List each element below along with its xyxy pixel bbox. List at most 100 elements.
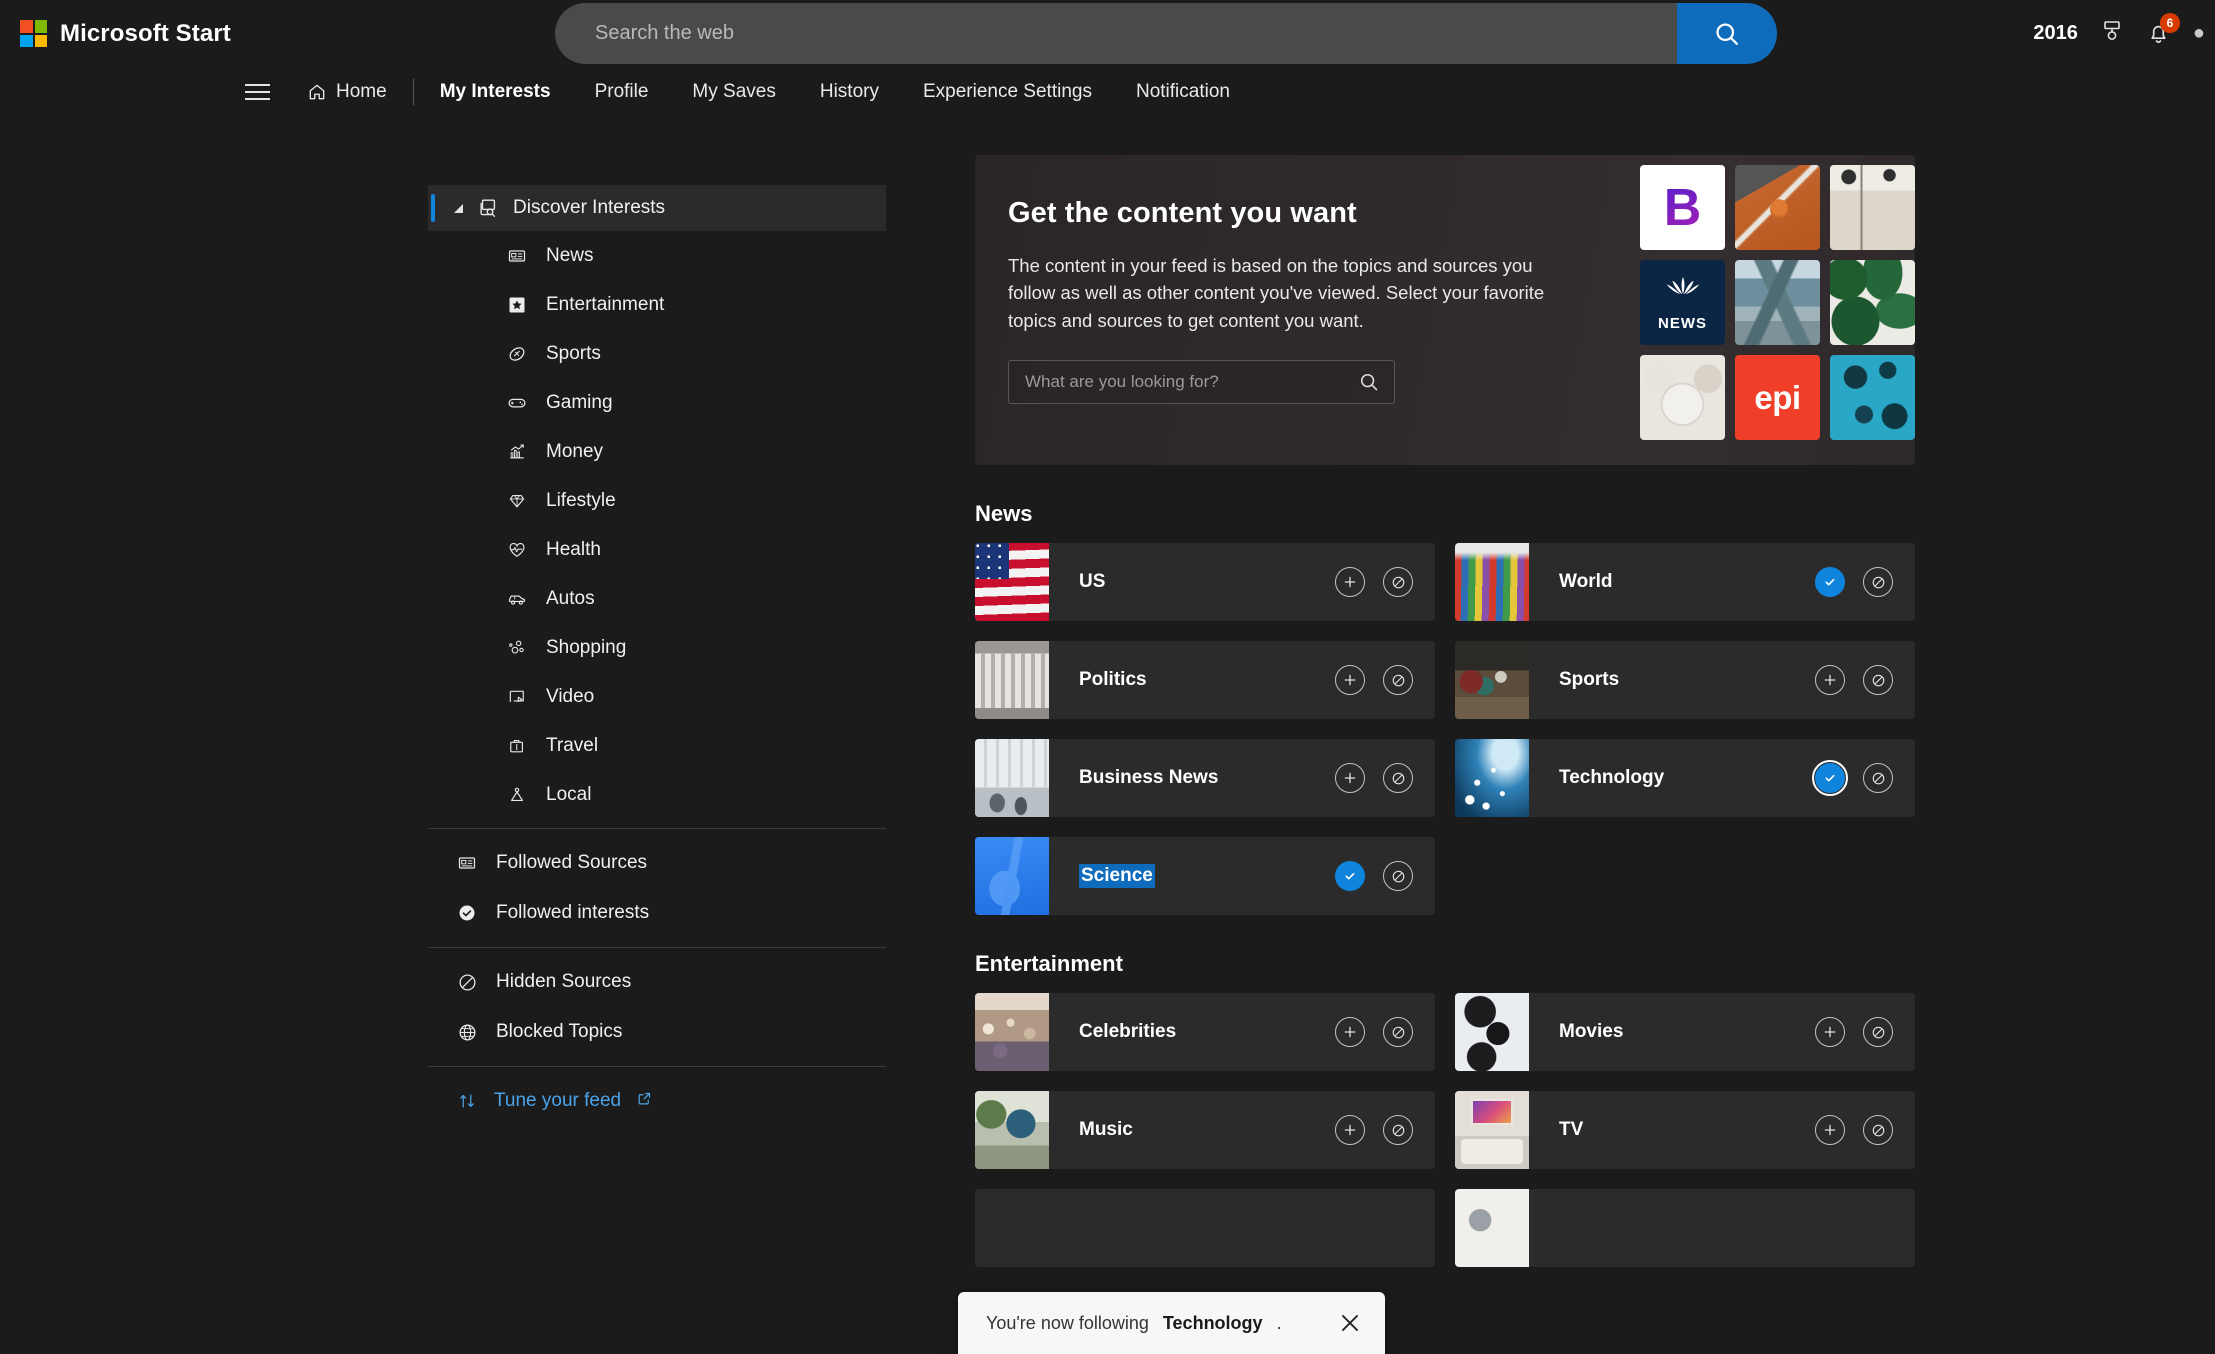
selection-indicator: [431, 194, 435, 222]
gamepad-icon: [506, 392, 528, 414]
top-bar: Microsoft Start 2016 6: [0, 0, 2215, 67]
profile-icon[interactable]: ●: [2193, 22, 2209, 45]
nav-item-history[interactable]: History: [798, 75, 901, 109]
nav-item-profile[interactable]: Profile: [573, 75, 671, 109]
block-button[interactable]: [1383, 567, 1413, 597]
follow-button[interactable]: [1815, 665, 1845, 695]
tune-your-feed-link[interactable]: Tune your feed: [428, 1076, 886, 1126]
nav-item-my-interests[interactable]: My Interests: [418, 75, 573, 109]
nav-item-notification[interactable]: Notification: [1114, 75, 1252, 109]
block-button[interactable]: [1383, 861, 1413, 891]
follow-button[interactable]: [1335, 1115, 1365, 1145]
interest-card-politics[interactable]: Politics: [975, 641, 1435, 719]
sidebar-item-autos-label: Autos: [546, 588, 595, 610]
location-person-icon: [506, 784, 528, 806]
sidebar-item-followed-sources[interactable]: Followed Sources: [428, 838, 886, 888]
close-icon[interactable]: [1337, 1310, 1363, 1336]
interests-search-field-wrap[interactable]: [1008, 360, 1395, 404]
brand-logo[interactable]: Microsoft Start: [20, 20, 231, 48]
sidebar-item-sports[interactable]: Sports: [428, 329, 886, 378]
sidebar-item-local[interactable]: Local: [428, 770, 886, 819]
search-icon[interactable]: [1358, 371, 1380, 393]
interest-card-partial-right[interactable]: [1455, 1189, 1915, 1267]
sidebar-item-blocked-topics[interactable]: Blocked Topics: [428, 1007, 886, 1057]
sidebar: Discover Interests News Entertainment Sp…: [428, 185, 886, 1126]
block-button[interactable]: [1383, 763, 1413, 793]
interests-search-input[interactable]: [1025, 372, 1325, 392]
interest-card-tv-label: TV: [1559, 1119, 1583, 1141]
fiber-optics-thumb: [1455, 739, 1529, 817]
main-content: Get the content you want The content in …: [975, 155, 1915, 1267]
sidebar-item-followed-interests-label: Followed interests: [496, 902, 649, 924]
newspaper-icon: [456, 852, 478, 874]
follow-button[interactable]: [1815, 763, 1845, 793]
sidebar-item-discover-interests[interactable]: Discover Interests: [428, 185, 886, 231]
rewards-points: 2016: [2033, 22, 2078, 45]
hamburger-menu-icon[interactable]: [245, 84, 270, 100]
interest-card-movies[interactable]: Movies: [1455, 993, 1915, 1071]
partial-thumb-left: [975, 1189, 1049, 1267]
section-title-news: News: [975, 501, 1915, 527]
sidebar-item-travel[interactable]: Travel: [428, 721, 886, 770]
block-button[interactable]: [1863, 665, 1893, 695]
follow-button[interactable]: [1335, 1017, 1365, 1047]
sidebar-item-entertainment[interactable]: Entertainment: [428, 280, 886, 329]
hero-banner: Get the content you want The content in …: [975, 155, 1915, 465]
interest-card-music-label: Music: [1079, 1119, 1133, 1141]
interest-card-tv[interactable]: TV: [1455, 1091, 1915, 1169]
star-icon: [506, 294, 528, 316]
sidebar-item-autos[interactable]: Autos: [428, 574, 886, 623]
sidebar-item-shopping[interactable]: Shopping: [428, 623, 886, 672]
nav-item-home[interactable]: Home: [295, 75, 409, 109]
block-button[interactable]: [1863, 1017, 1893, 1047]
block-button[interactable]: [1863, 763, 1893, 793]
follow-button[interactable]: [1815, 567, 1845, 597]
interest-card-technology-label: Technology: [1559, 767, 1664, 789]
home-icon: [307, 82, 327, 102]
interest-card-technology[interactable]: Technology: [1455, 739, 1915, 817]
sidebar-item-news[interactable]: News: [428, 231, 886, 280]
follow-button[interactable]: [1815, 1017, 1845, 1047]
nav-item-my-saves[interactable]: My Saves: [670, 75, 797, 109]
interest-card-business-news[interactable]: Business News: [975, 739, 1435, 817]
notification-button[interactable]: 6: [2146, 21, 2171, 46]
interest-card-world[interactable]: World: [1455, 543, 1915, 621]
rewards-medal-icon[interactable]: [2100, 19, 2124, 48]
interest-card-politics-label: Politics: [1079, 669, 1147, 691]
sidebar-item-money[interactable]: Money: [428, 427, 886, 476]
block-button[interactable]: [1383, 1017, 1413, 1047]
sidebar-item-gaming[interactable]: Gaming: [428, 378, 886, 427]
interest-card-sports[interactable]: Sports: [1455, 641, 1915, 719]
sidebar-item-hidden-sources[interactable]: Hidden Sources: [428, 957, 886, 1007]
block-button[interactable]: [1383, 665, 1413, 695]
sidebar-item-hidden-sources-label: Hidden Sources: [496, 971, 631, 993]
web-search-button[interactable]: [1677, 3, 1777, 64]
hero-thumbnail-grid: B: [1640, 165, 1915, 440]
interest-card-music[interactable]: Music: [975, 1091, 1435, 1169]
block-button[interactable]: [1383, 1115, 1413, 1145]
follow-button[interactable]: [1335, 763, 1365, 793]
nav-item-experience-settings[interactable]: Experience Settings: [901, 75, 1114, 109]
sidebar-item-video[interactable]: Video: [428, 672, 886, 721]
discover-interests-icon: [477, 197, 499, 219]
interest-card-celebrities[interactable]: Celebrities: [975, 993, 1435, 1071]
web-search-field-wrap[interactable]: [555, 3, 1677, 64]
sidebar-item-health[interactable]: Health: [428, 525, 886, 574]
interest-card-science[interactable]: Science: [975, 837, 1435, 915]
hero-text-block: Get the content you want The content in …: [975, 155, 1565, 404]
sidebar-item-followed-interests[interactable]: Followed interests: [428, 888, 886, 938]
block-button[interactable]: [1863, 567, 1893, 597]
interest-card-us[interactable]: US: [975, 543, 1435, 621]
follow-button[interactable]: [1335, 665, 1365, 695]
follow-button[interactable]: [1815, 1115, 1845, 1145]
web-search-input[interactable]: [595, 22, 1677, 45]
block-button[interactable]: [1863, 1115, 1893, 1145]
follow-button[interactable]: [1335, 861, 1365, 891]
search-icon: [1713, 20, 1741, 48]
collapse-caret-icon[interactable]: [454, 204, 463, 213]
interest-card-partial-left[interactable]: [975, 1189, 1435, 1267]
diamond-icon: [506, 490, 528, 512]
sidebar-item-lifestyle[interactable]: Lifestyle: [428, 476, 886, 525]
follow-confirmation-toast: You're now following Technology .: [958, 1292, 1385, 1354]
follow-button[interactable]: [1335, 567, 1365, 597]
